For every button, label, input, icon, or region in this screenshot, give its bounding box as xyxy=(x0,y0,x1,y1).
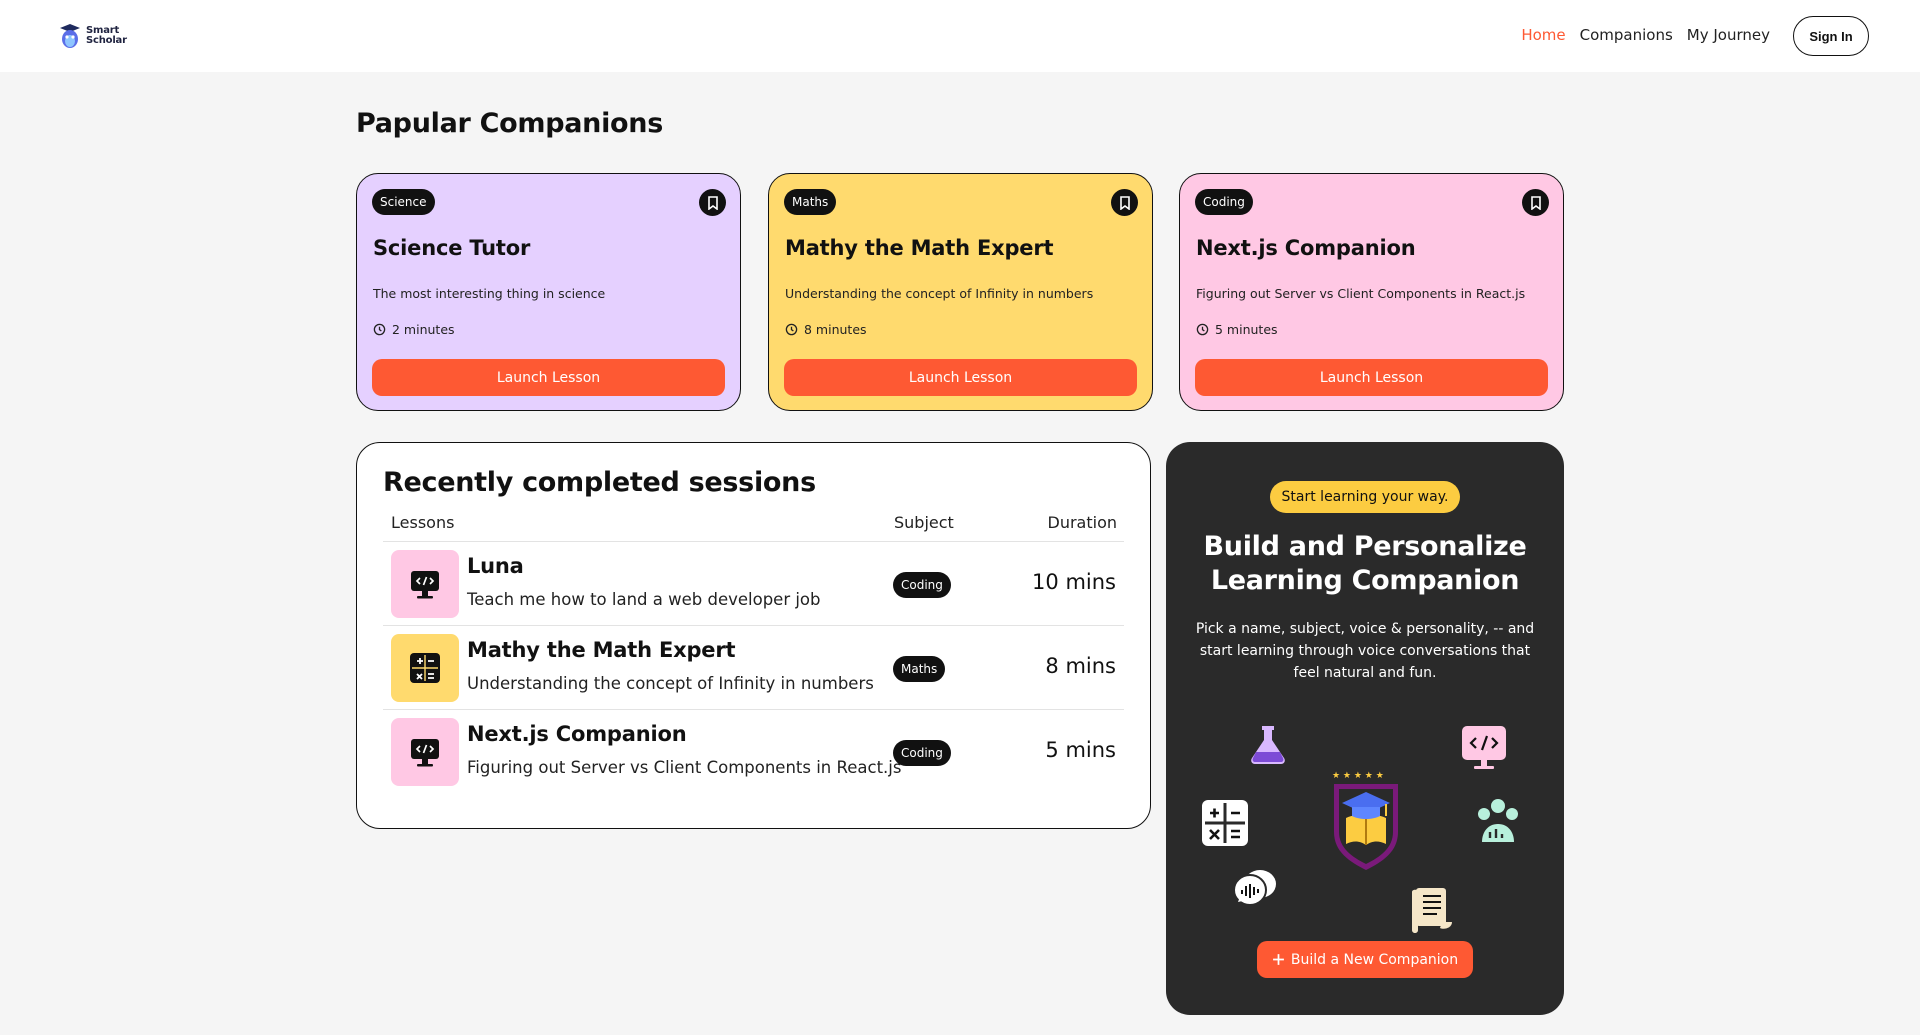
subjects-illustration: ★ ★ ★ ★ ★ xyxy=(1202,726,1518,933)
scroll-icon xyxy=(1412,888,1452,933)
session-title: Mathy the Math Expert xyxy=(467,638,736,662)
companion-duration: 5 minutes xyxy=(1196,322,1278,337)
flask-icon xyxy=(1251,726,1285,764)
subject-badge: Science xyxy=(372,189,435,215)
duration-text: 8 minutes xyxy=(804,322,867,337)
launch-lesson-button[interactable]: Launch Lesson xyxy=(372,359,725,396)
companion-title: Science Tutor xyxy=(373,236,531,260)
session-duration: 5 mins xyxy=(1045,738,1116,762)
clock-icon xyxy=(785,323,798,336)
launch-lesson-button[interactable]: Launch Lesson xyxy=(1195,359,1548,396)
cta-pill: Start learning your way. xyxy=(1270,481,1460,513)
build-companion-cta: Start learning your way. Build and Perso… xyxy=(1166,442,1564,1015)
subject-badge: Maths xyxy=(784,189,837,215)
session-title: Next.js Companion xyxy=(467,722,687,746)
nav-companions-link[interactable]: Companions xyxy=(1580,26,1673,44)
session-title: Luna xyxy=(467,554,524,578)
cta-title: Build and Personalize Learning Companion xyxy=(1166,530,1564,598)
session-icon-box xyxy=(391,634,459,702)
session-description: Figuring out Server vs Client Components… xyxy=(467,758,902,777)
clock-icon xyxy=(373,323,386,336)
clock-icon xyxy=(1196,323,1209,336)
recent-sessions-panel: Recently completed sessions Lessons Subj… xyxy=(356,442,1151,829)
owl-logo-icon xyxy=(60,24,80,48)
session-icon-box xyxy=(391,550,459,618)
bookmark-icon xyxy=(1530,195,1541,210)
launch-lesson-button[interactable]: Launch Lesson xyxy=(784,359,1137,396)
session-row[interactable]: Next.js Companion Figuring out Server vs… xyxy=(383,709,1124,793)
code-monitor-icon xyxy=(411,739,439,767)
build-companion-button[interactable]: Build a New Companion xyxy=(1257,941,1473,978)
code-monitor-icon xyxy=(411,571,439,599)
plus-icon xyxy=(1272,954,1284,965)
header-lessons: Lessons xyxy=(391,513,455,532)
brand-logo[interactable]: Smart Scholar xyxy=(58,18,128,54)
companion-description: Understanding the concept of Infinity in… xyxy=(785,286,1094,301)
bookmark-icon xyxy=(707,195,718,210)
top-navbar: Smart Scholar Home Companions My Journey… xyxy=(0,0,1920,72)
bookmark-button[interactable] xyxy=(1111,189,1138,216)
duration-text: 2 minutes xyxy=(392,322,455,337)
bookmark-icon xyxy=(1119,195,1130,210)
build-companion-label: Build a New Companion xyxy=(1290,951,1459,968)
recent-sessions-title: Recently completed sessions xyxy=(383,467,816,498)
companion-card-maths: Maths Mathy the Math Expert Understandin… xyxy=(768,173,1153,411)
calculator-icon xyxy=(1202,800,1248,846)
cta-title-line1: Build and Personalize xyxy=(1203,531,1527,562)
companion-title: Mathy the Math Expert xyxy=(785,236,1054,260)
calculator-icon xyxy=(410,653,440,683)
companion-description: The most interesting thing in science xyxy=(373,286,606,301)
header-subject: Subject xyxy=(894,513,954,532)
session-subject-badge: Maths xyxy=(893,656,946,682)
code-monitor-icon xyxy=(1462,726,1506,769)
popular-companions-title: Papular Companions xyxy=(356,108,663,139)
companion-duration: 8 minutes xyxy=(785,322,867,337)
cta-title-line2: Learning Companion xyxy=(1210,565,1520,596)
nav-my-journey-link[interactable]: My Journey xyxy=(1687,26,1770,44)
main-nav: Home Companions My Journey xyxy=(1521,26,1770,44)
companion-description: Figuring out Server vs Client Components… xyxy=(1196,286,1526,301)
session-icon-box xyxy=(391,718,459,786)
session-duration: 8 mins xyxy=(1045,654,1116,678)
svg-text:★ ★ ★ ★ ★: ★ ★ ★ ★ ★ xyxy=(1332,771,1384,781)
subject-badge: Coding xyxy=(1195,189,1253,215)
bookmark-button[interactable] xyxy=(699,189,726,216)
header-duration: Duration xyxy=(1047,513,1118,532)
companion-card-coding: Coding Next.js Companion Figuring out Se… xyxy=(1179,173,1564,411)
companion-duration: 2 minutes xyxy=(373,322,455,337)
sign-in-button[interactable]: Sign In xyxy=(1793,16,1869,56)
cta-description: Pick a name, subject, voice & personalit… xyxy=(1195,621,1535,681)
companion-title: Next.js Companion xyxy=(1196,236,1416,260)
voice-chat-icon xyxy=(1233,870,1276,906)
nav-home-link[interactable]: Home xyxy=(1521,26,1565,44)
companion-card-science: Science Science Tutor The most interesti… xyxy=(356,173,741,411)
graduation-badge-icon: ★ ★ ★ ★ ★ xyxy=(1332,771,1398,870)
brand-name: Smart Scholar xyxy=(86,25,127,46)
session-description: Teach me how to land a web developer job xyxy=(467,590,821,609)
team-icon xyxy=(1478,799,1518,842)
session-row[interactable]: Mathy the Math Expert Understanding the … xyxy=(383,625,1124,709)
session-duration: 10 mins xyxy=(1032,570,1116,594)
duration-text: 5 minutes xyxy=(1215,322,1278,337)
session-subject-badge: Coding xyxy=(893,572,951,598)
session-row[interactable]: Luna Teach me how to land a web develope… xyxy=(383,541,1124,625)
session-description: Understanding the concept of Infinity in… xyxy=(467,674,874,693)
session-subject-badge: Coding xyxy=(893,740,951,766)
bookmark-button[interactable] xyxy=(1522,189,1549,216)
